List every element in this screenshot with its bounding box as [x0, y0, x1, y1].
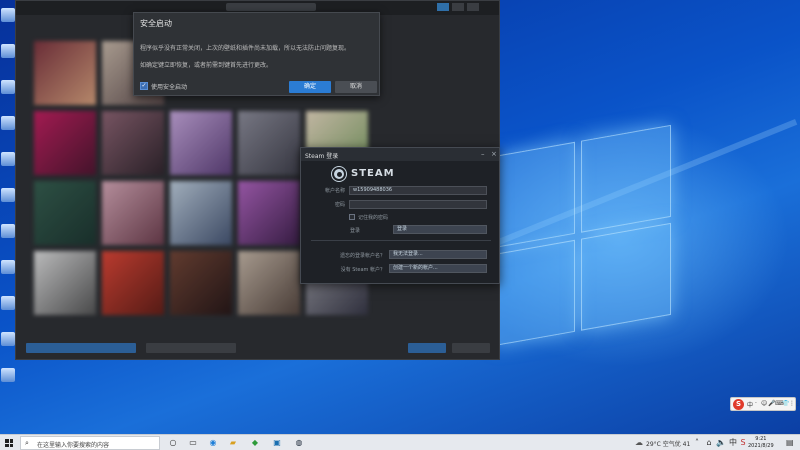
- desktop-icon[interactable]: [1, 332, 15, 346]
- account-name-input[interactable]: w15909488036: [349, 186, 487, 195]
- app-footer-cancel-button[interactable]: [452, 343, 490, 353]
- steam-taskbar-icon[interactable]: ◍: [294, 438, 304, 448]
- wallpaper-thumbnail[interactable]: [34, 41, 96, 105]
- sogou-ime-icon[interactable]: S: [733, 399, 744, 410]
- wallpaper-thumbnail[interactable]: [102, 251, 164, 315]
- desktop-icon[interactable]: [1, 152, 15, 166]
- desktop-icon[interactable]: [1, 80, 15, 94]
- app-footer-primary-button[interactable]: [26, 343, 136, 353]
- windows-start-icon[interactable]: [5, 439, 13, 447]
- ime-emoji-icon[interactable]: ☺: [761, 400, 767, 407]
- clock-time: 9:21: [755, 436, 767, 442]
- dialog-title: 安全启动: [140, 19, 172, 28]
- cortana-icon[interactable]: ○: [168, 438, 178, 448]
- wallpaper-app-taskbar-icon[interactable]: ▣: [272, 438, 282, 448]
- desktop-icon[interactable]: [1, 116, 15, 130]
- volume-icon[interactable]: 🔈: [716, 438, 726, 448]
- account-name-label: 帐户名称: [324, 188, 345, 194]
- safe-start-dialog: 安全启动 程序似乎没有正常关闭，上次的壁纸和插件尚未加载，所以无法防止问题复现。…: [133, 12, 380, 96]
- task-view-icon[interactable]: ▭: [188, 438, 198, 448]
- weather-text[interactable]: 29°C 空气优 41: [646, 439, 690, 448]
- safe-start-checkbox[interactable]: ✓: [140, 82, 148, 90]
- windows-logo-graphic: [495, 124, 675, 356]
- app-title-placeholder: [226, 3, 316, 11]
- wallpaper-thumbnail[interactable]: [238, 181, 300, 245]
- dialog-message: 程序似乎没有正常关闭，上次的壁纸和插件尚未加载，所以无法防止问题复现。: [140, 45, 351, 52]
- ime-language-icon[interactable]: 中: [728, 438, 738, 448]
- cancel-button[interactable]: 取消: [335, 81, 377, 93]
- login-button[interactable]: 登录: [393, 225, 487, 234]
- sogou-tray-icon[interactable]: S: [738, 438, 748, 448]
- create-account-button[interactable]: 创建一个新的帐户...: [389, 264, 487, 273]
- app-close-button[interactable]: [467, 3, 479, 11]
- steam-wordmark: STEAM: [351, 168, 395, 179]
- search-placeholder: 在这里输入你要搜索的内容: [37, 442, 110, 449]
- desktop-icon[interactable]: [1, 224, 15, 238]
- steam-titlebar: Steam 登录 – ×: [301, 148, 499, 161]
- ime-menu-icon[interactable]: ⋮⋮: [789, 400, 800, 407]
- steam-logo-icon: [332, 167, 346, 181]
- wallpaper-thumbnail[interactable]: [34, 251, 96, 315]
- desktop-icon[interactable]: [1, 296, 15, 310]
- taskbar-search-box[interactable]: ⌕ 在这里输入你要搜索的内容: [20, 436, 160, 450]
- system-clock[interactable]: 9:21 2021/8/29: [748, 436, 774, 450]
- chevron-up-icon[interactable]: ˄: [692, 438, 702, 448]
- steam-divider: [311, 240, 491, 241]
- desktop-icon[interactable]: [1, 188, 15, 202]
- dialog-message-secondary: 如确定键立即恢复，或者前需到键首先进行更改。: [140, 62, 273, 69]
- no-account-question: 没有 Steam 帐户？: [340, 267, 385, 273]
- desktop-icon[interactable]: [1, 260, 15, 274]
- network-icon[interactable]: ⌂: [704, 438, 714, 448]
- ime-toolbar: S 中 · ☺ 🎤 ⌨ 👕 ⋮⋮: [730, 397, 800, 411]
- search-icon: ⌕: [25, 439, 29, 447]
- remember-password-label: 记住我的密码: [358, 215, 389, 221]
- ime-punctuation[interactable]: ·: [755, 400, 757, 407]
- wallpaper-thumbnail[interactable]: [102, 111, 164, 175]
- login-label: 登录: [349, 228, 360, 234]
- wallpaper-thumbnail[interactable]: [238, 111, 300, 175]
- wallpaper-thumbnail[interactable]: [170, 251, 232, 315]
- desktop-icon[interactable]: [1, 44, 15, 58]
- confirm-button[interactable]: 确定: [289, 81, 331, 93]
- app-footer-ok-button[interactable]: [408, 343, 446, 353]
- safe-start-checkbox-label: 使用安全启动: [151, 84, 188, 91]
- desktop-icon[interactable]: [1, 8, 15, 22]
- remember-password-checkbox[interactable]: [349, 214, 355, 220]
- wallpaper-thumbnail[interactable]: [102, 181, 164, 245]
- steam-window-title: Steam 登录: [305, 153, 339, 160]
- app-minimize-button[interactable]: [437, 3, 449, 11]
- taskbar: ⌕ 在这里输入你要搜索的内容 ○ ▭ ◉ ▰ ◆ ▣ ◍ ☁ 29°C 空气优 …: [0, 434, 800, 450]
- notification-icon[interactable]: ▤: [786, 438, 794, 447]
- wallpaper-thumbnail[interactable]: [238, 251, 300, 315]
- minimize-icon[interactable]: –: [481, 150, 485, 158]
- cannot-login-button[interactable]: 我无法登录...: [389, 250, 487, 259]
- ime-chinese-mode[interactable]: 中: [747, 400, 753, 409]
- file-explorer-icon[interactable]: ▰: [228, 438, 238, 448]
- desktop-icons: [0, 8, 16, 404]
- forgot-account-question: 遗忘的登录帐户名？: [339, 253, 385, 259]
- close-icon[interactable]: ×: [491, 150, 497, 158]
- password-label: 密码: [334, 202, 345, 208]
- app-icon-green[interactable]: ◆: [250, 438, 260, 448]
- wallpaper-thumbnail[interactable]: [170, 181, 232, 245]
- app-maximize-button[interactable]: [452, 3, 464, 11]
- weather-icon[interactable]: ☁: [634, 438, 644, 448]
- clock-date: 2021/8/29: [748, 443, 774, 449]
- wallpaper-thumbnail[interactable]: [34, 111, 96, 175]
- app-footer-secondary-button[interactable]: [146, 343, 236, 353]
- wallpaper-thumbnail[interactable]: [170, 111, 232, 175]
- wallpaper-thumbnail[interactable]: [34, 181, 96, 245]
- edge-browser-icon[interactable]: ◉: [208, 438, 218, 448]
- steam-login-window: Steam 登录 – × STEAM 帐户名称 w15909488036 密码 …: [300, 147, 500, 284]
- password-input[interactable]: [349, 200, 487, 209]
- desktop-icon[interactable]: [1, 368, 15, 382]
